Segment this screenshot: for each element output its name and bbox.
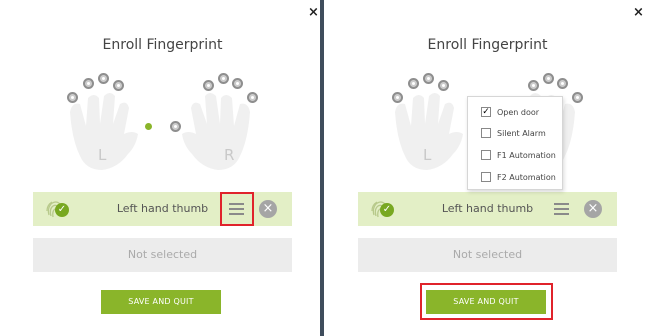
menu-item-label: Open door [497, 108, 540, 117]
save-and-quit-button[interactable]: SAVE AND QUIT [101, 290, 221, 314]
finger-label: Left hand thumb [441, 202, 534, 215]
menu-item-label: F1 Automation [497, 151, 556, 160]
right-hand-letter: R [224, 146, 235, 164]
left-ring-tip[interactable] [408, 78, 419, 89]
panel-divider [320, 0, 324, 336]
enroll-dialog-left: × Enroll Fingerprint L R ✓ Left hand thu… [0, 0, 325, 336]
left-hand-icon [70, 93, 138, 170]
right-ring-tip[interactable] [557, 78, 568, 89]
right-pinky-tip[interactable] [572, 92, 583, 103]
left-ring-tip[interactable] [83, 78, 94, 89]
finger-action-menu: ✓ Open door Silent Alarm F1 Automation F… [467, 96, 563, 190]
remove-icon[interactable]: × [259, 200, 277, 218]
menu-item-label: Silent Alarm [497, 129, 546, 138]
empty-finger-slot[interactable]: Not selected [33, 238, 292, 272]
left-middle-tip[interactable] [423, 73, 434, 84]
left-middle-tip[interactable] [98, 73, 109, 84]
right-pinky-tip[interactable] [247, 92, 258, 103]
remove-icon[interactable]: × [584, 200, 602, 218]
right-ring-tip[interactable] [232, 78, 243, 89]
left-hand[interactable]: L [387, 90, 477, 180]
silent-alarm-checkbox[interactable] [481, 128, 491, 138]
left-hand-letter: L [423, 146, 432, 164]
enrolled-finger-row: ✓ Left hand thumb × [358, 192, 617, 226]
dialog-title: Enroll Fingerprint [102, 37, 223, 53]
left-pinky-tip[interactable] [67, 92, 78, 103]
right-hand-icon [182, 93, 250, 170]
left-hand[interactable]: L [62, 90, 152, 180]
close-icon[interactable]: × [308, 6, 319, 19]
dialog-title: Enroll Fingerprint [427, 37, 548, 53]
right-hand[interactable]: R [168, 90, 258, 180]
right-index-tip[interactable] [528, 80, 539, 91]
open-door-checkbox[interactable]: ✓ [481, 107, 491, 117]
f2-automation-checkbox[interactable] [481, 172, 491, 182]
right-middle-tip[interactable] [218, 73, 229, 84]
menu-icon[interactable] [553, 200, 570, 217]
left-index-tip[interactable] [438, 80, 449, 91]
menu-item-label: F2 Automation [497, 173, 556, 182]
right-middle-tip[interactable] [543, 73, 554, 84]
right-index-tip[interactable] [203, 80, 214, 91]
f1-automation-checkbox[interactable] [481, 150, 491, 160]
right-thumb-tip[interactable] [170, 121, 181, 132]
close-icon[interactable]: × [633, 6, 644, 19]
hands-diagram: L R [0, 68, 325, 178]
left-thumb-dot[interactable] [145, 123, 152, 130]
empty-finger-slot[interactable]: Not selected [358, 238, 617, 272]
left-index-tip[interactable] [113, 80, 124, 91]
left-hand-letter: L [98, 146, 107, 164]
save-highlight-box [420, 283, 553, 320]
left-hand-icon [395, 93, 463, 170]
menu-highlight-box [220, 192, 254, 226]
left-pinky-tip[interactable] [392, 92, 403, 103]
